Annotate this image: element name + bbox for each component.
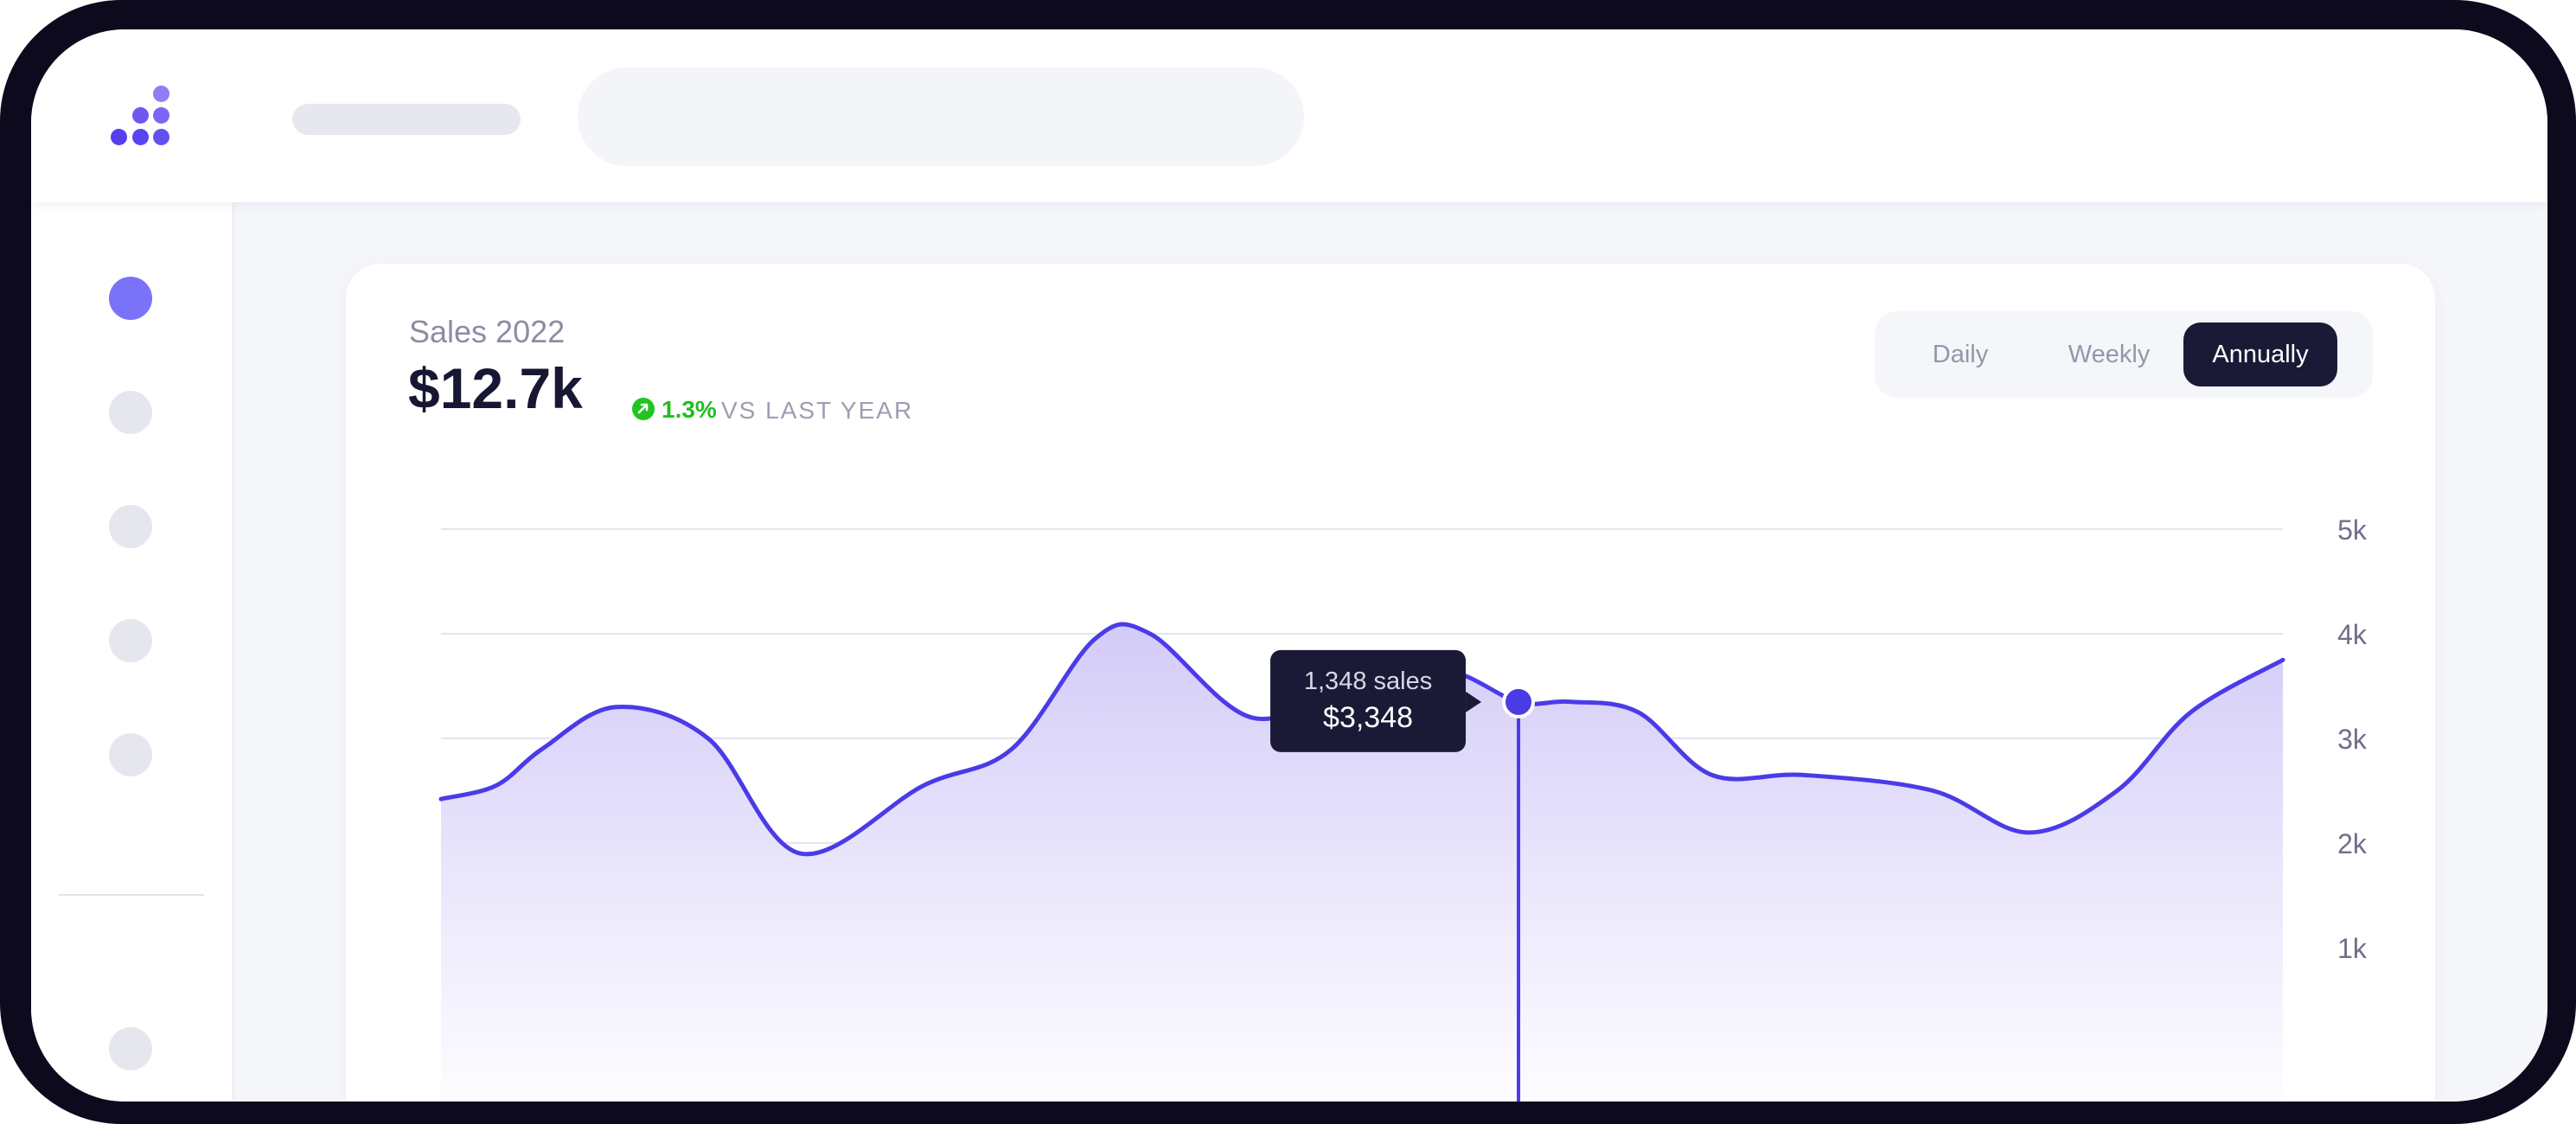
y-tick-label: 5k xyxy=(2337,514,2368,546)
top-bar xyxy=(31,29,2547,202)
highlight-point xyxy=(1502,685,1536,718)
sales-area-chart: 5k 4k 3k 2k 1k 1,348 sales $3,348 xyxy=(438,514,2368,1102)
y-tick-label: 3k xyxy=(2337,724,2368,755)
y-tick-label: 2k xyxy=(2337,828,2368,859)
sidebar-item-5[interactable] xyxy=(109,733,152,776)
sidebar-item-6[interactable] xyxy=(109,1027,152,1070)
y-tick-label: 4k xyxy=(2337,619,2368,650)
sidebar-item-3[interactable] xyxy=(109,505,152,548)
sidebar-item-2[interactable] xyxy=(109,391,152,434)
sidebar-item-4[interactable] xyxy=(109,619,152,662)
app-logo-icon[interactable] xyxy=(99,86,169,155)
breadcrumb-placeholder xyxy=(292,104,521,135)
tooltip-count: 1,348 sales xyxy=(1304,667,1432,695)
app-screen: Sales 2022 $12.7k 1.3% VS LAST YEAR Dail… xyxy=(31,29,2547,1102)
search-input[interactable] xyxy=(578,67,1304,166)
sidebar xyxy=(31,202,232,1102)
sales-card: Sales 2022 $12.7k 1.3% VS LAST YEAR Dail… xyxy=(346,264,2435,1102)
sidebar-item-1[interactable] xyxy=(109,277,152,320)
sidebar-divider xyxy=(59,894,204,896)
device-frame: Sales 2022 $12.7k 1.3% VS LAST YEAR Dail… xyxy=(0,0,2576,1124)
tooltip-value: $3,348 xyxy=(1323,701,1413,734)
y-tick-label: 1k xyxy=(2337,933,2368,964)
